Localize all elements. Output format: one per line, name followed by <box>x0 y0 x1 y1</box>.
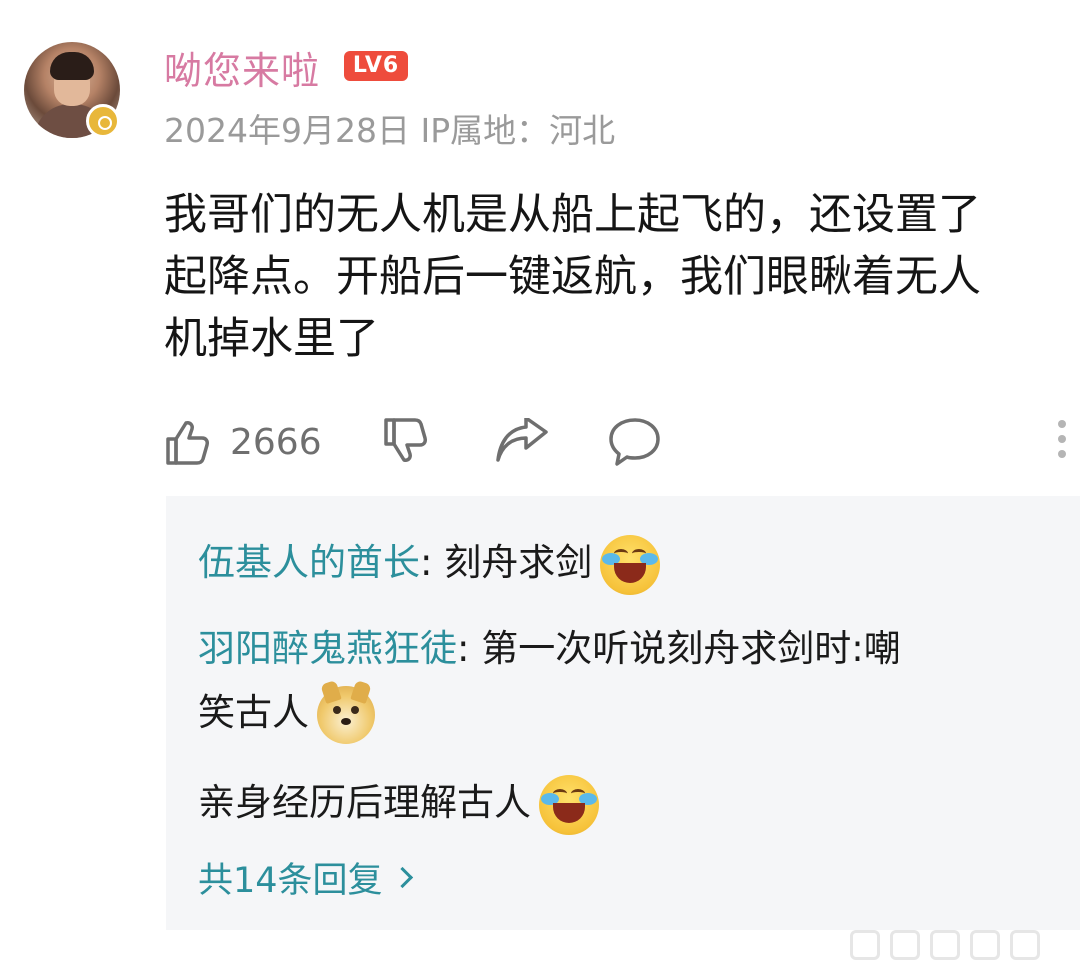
share-arrow-icon <box>496 418 548 462</box>
chevron-right-icon <box>391 866 413 889</box>
laughing-tears-emoji-icon <box>539 774 599 835</box>
laughing-tears-emoji-icon <box>600 534 661 595</box>
avatar-hair <box>50 52 94 80</box>
reply-text: 刻舟求剑 <box>444 541 593 584</box>
more-vertical-icon[interactable] <box>1056 420 1068 466</box>
reply-count-text: 共14条回复 <box>198 861 383 901</box>
reply-separator: : <box>457 627 482 670</box>
level-badge: LV6 <box>344 51 408 81</box>
thumbs-up-icon <box>166 421 209 465</box>
reply-item[interactable]: 羽阳醉鬼燕狂徒: 第一次听说刻舟求剑时:嘲 <box>198 618 901 672</box>
reply-separator: : <box>420 541 445 584</box>
like-count: 2666 <box>230 421 322 463</box>
reply-author[interactable]: 伍基人的酋长 <box>198 541 420 584</box>
reply-extra-text: 亲身经历后理解古人 <box>198 781 531 824</box>
reply-extra-line: 亲身经历后理解古人 <box>198 772 599 835</box>
doge-emoji-icon <box>317 679 375 744</box>
verified-badge-icon <box>86 104 120 138</box>
reply-author[interactable]: 羽阳醉鬼燕狂徒 <box>198 627 457 670</box>
comment-bubble-icon <box>609 418 660 466</box>
thumbs-down-icon <box>384 418 427 462</box>
like-button[interactable]: 2666 <box>164 412 322 472</box>
action-bar: 2666 <box>164 412 1064 472</box>
replies-panel: 伍基人的酋长: 刻舟求剑 羽阳醉鬼燕狂徒: 第一次听说刻舟求剑时:嘲 笑古人 亲… <box>166 496 1080 930</box>
share-button[interactable] <box>494 412 550 472</box>
reply-text-continuation: 笑古人 <box>198 691 309 734</box>
reply-continuation: 笑古人 <box>198 679 375 744</box>
comment-text: 我哥们的无人机是从船上起飞的，还设置了 起降点。开船后一键返航，我们眼瞅着无人 … <box>164 190 981 364</box>
view-all-replies-link[interactable]: 共14条回复 <box>198 852 413 903</box>
reply-button[interactable] <box>608 412 662 472</box>
watermark-logo <box>850 920 1070 960</box>
comment-meta: 2024年9月28日 IP属地：河北 <box>164 111 616 150</box>
comment-card: 呦您来啦 LV6 2024年9月28日 IP属地：河北 我哥们的无人机是从船上起… <box>0 0 1080 970</box>
dislike-button[interactable] <box>382 412 432 472</box>
username[interactable]: 呦您来啦 <box>164 40 320 95</box>
reply-item[interactable]: 伍基人的酋长: 刻舟求剑 <box>198 532 661 595</box>
reply-text: 第一次听说刻舟求剑时:嘲 <box>481 627 901 670</box>
